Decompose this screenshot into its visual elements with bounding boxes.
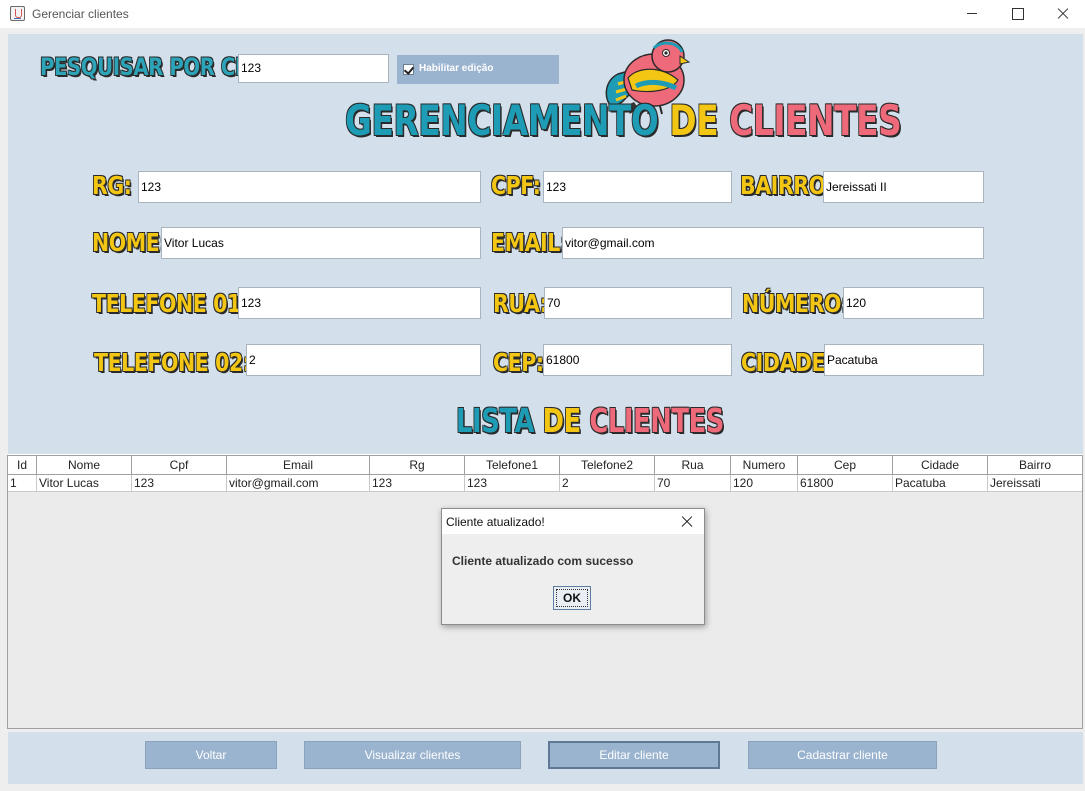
minimize-icon[interactable]: [948, 0, 994, 28]
column-header[interactable]: Nome: [37, 456, 132, 475]
enable-edit-checkbox[interactable]: [403, 64, 414, 75]
nome-field[interactable]: Vitor Lucas: [161, 227, 481, 259]
table-cell[interactable]: 123: [465, 475, 560, 492]
page-title-part1: GERENCIAMENTO: [345, 96, 670, 145]
cep-label: CEP:: [493, 348, 544, 377]
column-header[interactable]: Rua: [655, 456, 731, 475]
column-header[interactable]: Cpf: [132, 456, 227, 475]
column-header[interactable]: Telefone2: [560, 456, 655, 475]
bairro-label: BAIRRO:: [740, 171, 834, 200]
table-row[interactable]: 1 Vitor Lucas 123 vitor@gmail.com 123 12…: [8, 475, 1082, 492]
java-cup-icon: [10, 6, 25, 21]
nome-label: NOME:: [92, 228, 168, 257]
telefone2-label: TELEFONE 02:: [94, 348, 251, 377]
rua-label: RUA:: [493, 289, 548, 318]
rg-label: RG:: [92, 171, 132, 200]
column-header[interactable]: Numero: [731, 456, 798, 475]
cpf-label: CPF:: [491, 171, 541, 200]
dialog-message: Cliente atualizado com sucesso: [452, 554, 634, 568]
column-header[interactable]: Cidade: [893, 456, 988, 475]
table-cell[interactable]: Jereissati: [988, 475, 1082, 492]
rg-field[interactable]: 123: [138, 171, 481, 203]
window-titlebar: Gerenciar clientes: [0, 0, 1085, 28]
page-title-part2: DE: [669, 96, 730, 145]
email-label: EMAIL:: [491, 228, 568, 257]
email-field[interactable]: vitor@gmail.com: [562, 227, 984, 259]
table-cell[interactable]: 70: [655, 475, 731, 492]
dialog-title: Cliente atualizado!: [446, 515, 545, 529]
close-icon[interactable]: [1040, 0, 1085, 28]
dialog-close-icon[interactable]: [678, 513, 696, 531]
numero-label: NÚMERO:: [742, 289, 849, 318]
update-success-dialog: Cliente atualizado! Cliente atualizado c…: [441, 508, 705, 625]
window-title: Gerenciar clientes: [32, 7, 129, 21]
view-clients-button[interactable]: Visualizar clientes: [304, 741, 521, 769]
column-header[interactable]: Bairro: [988, 456, 1082, 475]
cep-field[interactable]: 61800: [543, 344, 732, 376]
search-label: PESQUISAR POR CPF:: [40, 53, 269, 81]
table-cell[interactable]: Vitor Lucas: [37, 475, 132, 492]
table-cell[interactable]: 123: [132, 475, 227, 492]
edit-client-button[interactable]: Editar cliente: [548, 741, 720, 769]
telefone1-label: TELEFONE 01:: [92, 289, 249, 318]
column-header[interactable]: Rg: [370, 456, 465, 475]
list-title-part2: DE: [542, 401, 590, 440]
page-title: GERENCIAMENTO DE CLIENTES: [345, 96, 902, 145]
column-header[interactable]: Email: [227, 456, 370, 475]
table-cell[interactable]: 1: [8, 475, 37, 492]
telefone2-field[interactable]: 2: [246, 344, 481, 376]
column-header[interactable]: Cep: [798, 456, 893, 475]
table-cell[interactable]: 61800: [798, 475, 893, 492]
list-title-part1: LISTA: [456, 401, 543, 440]
enable-edit-toggle[interactable]: Habilitar edição: [397, 55, 559, 84]
table-cell[interactable]: vitor@gmail.com: [227, 475, 370, 492]
cidade-label: CIDADE:: [741, 348, 833, 377]
dialog-titlebar: Cliente atualizado!: [442, 509, 704, 534]
cpf-field[interactable]: 123: [543, 171, 732, 203]
column-header[interactable]: Id: [8, 456, 37, 475]
table-cell[interactable]: Pacatuba: [893, 475, 988, 492]
table-cell[interactable]: 123: [370, 475, 465, 492]
list-title-part3: CLIENTES: [589, 401, 724, 440]
table-header: Id Nome Cpf Email Rg Telefone1 Telefone2…: [8, 456, 1082, 475]
list-title: LISTA DE CLIENTES: [456, 401, 724, 440]
bairro-field[interactable]: Jereissati II: [823, 171, 984, 203]
table-cell[interactable]: 2: [560, 475, 655, 492]
numero-field[interactable]: 120: [843, 287, 984, 319]
column-header[interactable]: Telefone1: [465, 456, 560, 475]
register-client-button[interactable]: Cadastrar cliente: [748, 741, 937, 769]
page-title-part3: CLIENTES: [729, 96, 902, 145]
frame-edge-bottom: [0, 784, 1085, 791]
enable-edit-label: Habilitar edição: [419, 63, 494, 74]
search-cpf-input[interactable]: 123: [238, 54, 389, 83]
back-button[interactable]: Voltar: [145, 741, 277, 769]
maximize-icon[interactable]: [994, 0, 1040, 28]
cidade-field[interactable]: Pacatuba: [824, 344, 984, 376]
telefone1-field[interactable]: 123: [238, 287, 481, 319]
rua-field[interactable]: 70: [544, 287, 732, 319]
table-cell[interactable]: 120: [731, 475, 798, 492]
ok-button[interactable]: OK: [553, 586, 591, 610]
